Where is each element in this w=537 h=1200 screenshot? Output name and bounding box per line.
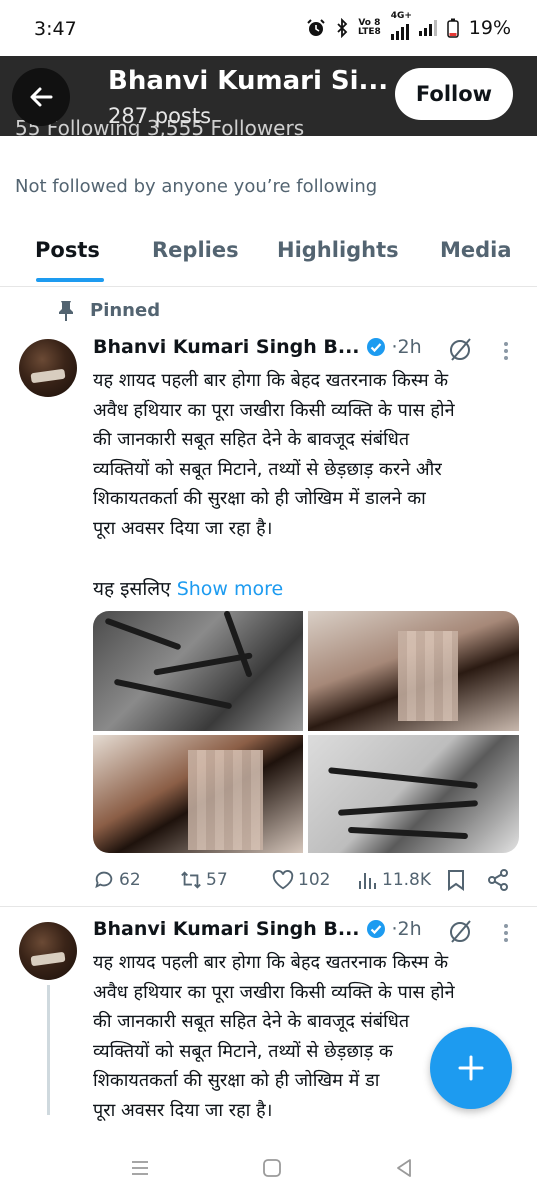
- tab-posts[interactable]: Posts: [35, 238, 100, 262]
- like-button[interactable]: 102: [272, 869, 330, 891]
- media-image-photo-2[interactable]: [93, 735, 303, 853]
- tab-highlights[interactable]: Highlights: [277, 238, 399, 262]
- battery-percent: 19%: [468, 17, 511, 39]
- reply-icon: [95, 871, 113, 889]
- tweet-text[interactable]: यह शायद पहली बार होगा कि बेहद खतरनाक किस…: [93, 366, 523, 543]
- volte-indicator: Vo 8 LTE8: [357, 18, 381, 37]
- profile-header-bar: 55 Following 3,555 Followers Bhanvi Kuma…: [0, 56, 537, 136]
- media-image-weapons-1[interactable]: [93, 611, 303, 731]
- like-count: 102: [298, 870, 331, 890]
- bluetooth-icon: [337, 18, 348, 38]
- profile-name-title: Bhanvi Kumari Si...: [108, 66, 389, 96]
- status-time: 3:47: [34, 18, 77, 40]
- compose-plus-icon: [458, 1055, 484, 1081]
- views-button[interactable]: 11.8K: [356, 869, 431, 891]
- tweet-header: Bhanvi Kumari Singh B... ·2h: [93, 336, 422, 358]
- author-name[interactable]: Bhanvi Kumari Singh B...: [93, 336, 360, 358]
- grok-icon[interactable]: [448, 336, 474, 362]
- compose-button[interactable]: [430, 1027, 512, 1109]
- more-vertical-icon[interactable]: [503, 341, 509, 361]
- alarm-icon: [307, 19, 325, 36]
- tab-replies[interactable]: Replies: [152, 238, 239, 262]
- post-count: 287 posts: [108, 104, 212, 128]
- status-bar: 3:47 Vo 8 LTE8 4G+ 19%: [0, 0, 537, 56]
- tweet-time[interactable]: ·2h: [392, 918, 422, 940]
- home-icon[interactable]: [262, 1158, 282, 1178]
- profile-tabs: Posts Replies Highlights Media: [0, 218, 537, 287]
- show-more-link[interactable]: Show more: [177, 578, 284, 600]
- tweet-divider: [0, 906, 537, 907]
- signal-icon: [418, 20, 437, 36]
- views-icon: [359, 873, 376, 889]
- repost-count: 57: [206, 870, 228, 890]
- like-icon: [272, 870, 294, 890]
- grok-icon[interactable]: [448, 918, 474, 944]
- repost-button[interactable]: 57: [180, 869, 228, 891]
- verified-badge-icon: [366, 338, 385, 356]
- verified-badge-icon: [366, 920, 385, 938]
- views-count: 11.8K: [382, 870, 431, 890]
- thread-line: [47, 985, 50, 1115]
- more-vertical-icon[interactable]: [503, 923, 509, 943]
- repost-icon: [181, 871, 201, 889]
- battery-icon: [447, 18, 459, 38]
- tweet-header: Bhanvi Kumari Singh B... ·2h: [93, 918, 422, 940]
- tab-media[interactable]: Media: [440, 238, 512, 262]
- media-image-photo-1[interactable]: [308, 611, 519, 731]
- media-image-weapons-2[interactable]: [308, 735, 519, 853]
- back-nav-icon[interactable]: [394, 1158, 414, 1178]
- recent-apps-icon[interactable]: [130, 1158, 150, 1178]
- bookmark-icon[interactable]: [447, 869, 465, 891]
- follow-button[interactable]: Follow: [395, 68, 513, 120]
- pin-icon: [59, 301, 73, 321]
- not-followed-note: Not followed by anyone you’re following: [15, 176, 378, 197]
- tweet-time[interactable]: ·2h: [392, 336, 422, 358]
- back-button[interactable]: [12, 68, 70, 126]
- show-more-line: यह इसलिए Show more: [93, 578, 284, 600]
- signal-4g-icon: 4G+: [390, 12, 412, 40]
- avatar[interactable]: [19, 922, 77, 980]
- media-grid: [93, 611, 519, 853]
- active-tab-indicator: [36, 278, 104, 282]
- system-nav-bar: [0, 1140, 537, 1200]
- avatar[interactable]: [19, 339, 77, 397]
- pinned-label: Pinned: [90, 299, 161, 321]
- reply-count: 62: [119, 870, 141, 890]
- status-icons: Vo 8 LTE8 4G+ 19%: [306, 12, 511, 40]
- share-icon[interactable]: [486, 868, 510, 892]
- author-name[interactable]: Bhanvi Kumari Singh B...: [93, 918, 360, 940]
- reply-button[interactable]: 62: [93, 869, 141, 891]
- pinned-label-row: Pinned: [56, 299, 160, 321]
- back-arrow-icon: [30, 87, 53, 107]
